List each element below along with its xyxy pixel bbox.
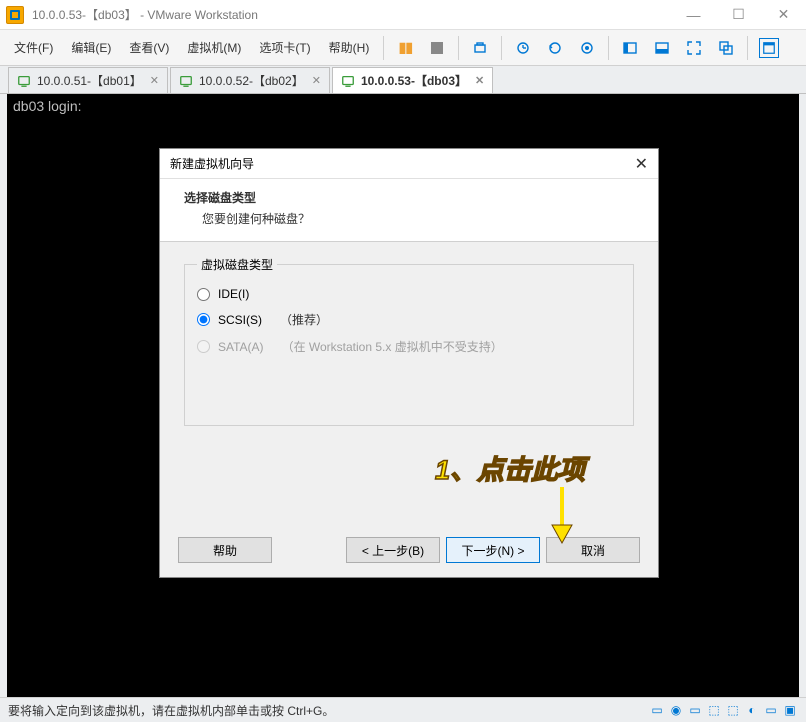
menu-file[interactable]: 文件(F) [6,35,61,60]
sound-status-icon[interactable]: ◐ [744,702,760,718]
vm-icon [17,74,31,88]
tab-close-icon[interactable]: ✕ [475,74,484,87]
separator [383,36,384,60]
thumbnail-view-icon[interactable] [759,38,779,58]
close-button[interactable]: ✕ [761,0,806,30]
separator [747,36,748,60]
tab-close-icon[interactable]: ✕ [150,74,159,87]
menu-edit[interactable]: 编辑(E) [63,35,119,60]
status-device-icons: ▭ ◉ ▭ ⬚ ⬚ ◐ ▭ ▣ [649,702,798,718]
dialog-title: 新建虚拟机向导 [170,155,254,172]
menu-view[interactable]: 查看(V) [121,35,177,60]
annotation-arrow-icon [547,485,577,550]
snapshot-icon[interactable] [470,38,490,58]
dialog-heading: 选择磁盘类型 [184,189,634,206]
network-status-icon[interactable]: ⬚ [706,702,722,718]
separator [501,36,502,60]
message-status-icon[interactable]: ▣ [782,702,798,718]
radio-sata-note: （在 Workstation 5.x 虚拟机中不受支持） [282,338,503,355]
tab-label: 10.0.0.51-【db01】 [37,72,142,89]
radio-ide-row[interactable]: IDE(I) [197,287,621,301]
radio-ide[interactable] [197,288,210,301]
tab-close-icon[interactable]: ✕ [312,74,321,87]
annotation-text: 1、点击此项 [435,448,585,487]
snapshot-take-icon[interactable] [513,38,533,58]
help-button[interactable]: 帮助 [178,537,272,563]
window-controls: — ☐ ✕ [671,0,806,30]
menu-help[interactable]: 帮助(H) [321,35,378,60]
status-bar: 要将输入定向到该虚拟机，请在虚拟机内部单击或按 Ctrl+G。 ▭ ◉ ▭ ⬚ … [0,697,806,722]
radio-scsi-label: SCSI(S) [218,313,262,327]
radio-scsi[interactable] [197,313,210,326]
dialog-header: 选择磁盘类型 您要创建何种磁盘？ [160,179,658,242]
terminal-line: db03 login: [13,98,793,114]
menu-bar: 文件(F) 编辑(E) 查看(V) 虚拟机(M) 选项卡(T) 帮助(H) ▮▮ [0,30,806,66]
radio-sata-label: SATA(A) [218,340,264,354]
minimize-button[interactable]: — [671,0,716,30]
printer-status-icon[interactable]: ▭ [763,702,779,718]
vm-icon [341,74,355,88]
snapshot-revert-icon[interactable] [545,38,565,58]
disk-type-fieldset: 虚拟磁盘类型 IDE(I) SCSI(S) （推荐） SATA(A) （在 Wo… [184,256,634,426]
status-text: 要将输入定向到该虚拟机，请在虚拟机内部单击或按 Ctrl+G。 [8,702,334,719]
menu-tabs[interactable]: 选项卡(T) [251,35,318,60]
tab-bar: 10.0.0.51-【db01】 ✕ 10.0.0.52-【db02】 ✕ 10… [0,66,806,94]
window-title: 10.0.0.53-【db03】 - VMware Workstation [32,6,258,23]
separator [458,36,459,60]
usb-status-icon[interactable]: ⬚ [725,702,741,718]
radio-ide-label: IDE(I) [218,287,249,301]
dialog-title-bar: 新建虚拟机向导 ✕ [160,149,658,179]
dialog-close-icon[interactable]: ✕ [635,154,648,174]
unity-icon[interactable] [716,38,736,58]
spacer [278,537,340,563]
hdd-status-icon[interactable]: ▭ [649,702,665,718]
radio-sata-row: SATA(A) （在 Workstation 5.x 虚拟机中不受支持） [197,338,621,355]
menu-vm[interactable]: 虚拟机(M) [179,35,249,60]
back-button[interactable]: < 上一步(B) [346,537,440,563]
dialog-body: 虚拟磁盘类型 IDE(I) SCSI(S) （推荐） SATA(A) （在 Wo… [160,242,658,440]
tab-db03[interactable]: 10.0.0.53-【db03】 ✕ [332,67,493,93]
dialog-subheading: 您要创建何种磁盘？ [184,210,634,227]
vm-icon [179,74,193,88]
tab-db01[interactable]: 10.0.0.51-【db01】 ✕ [8,67,168,93]
stop-vm-icon[interactable] [427,38,447,58]
next-button[interactable]: 下一步(N) > [446,537,540,563]
tab-db02[interactable]: 10.0.0.52-【db02】 ✕ [170,67,330,93]
tab-label: 10.0.0.53-【db03】 [361,72,467,89]
fullscreen-icon[interactable] [684,38,704,58]
tab-label: 10.0.0.52-【db02】 [199,72,304,89]
view-console-icon[interactable] [652,38,672,58]
radio-scsi-note: （推荐） [280,311,328,328]
separator [608,36,609,60]
radio-sata [197,340,210,353]
fieldset-legend: 虚拟磁盘类型 [197,256,277,273]
floppy-status-icon[interactable]: ▭ [687,702,703,718]
maximize-button[interactable]: ☐ [716,0,761,30]
pause-vm-icon[interactable]: ▮▮ [395,38,415,58]
snapshot-manager-icon[interactable] [577,38,597,58]
title-bar: 10.0.0.53-【db03】 - VMware Workstation — … [0,0,806,30]
view-sidebar-icon[interactable] [620,38,640,58]
vmware-app-icon [6,6,24,24]
cd-status-icon[interactable]: ◉ [668,702,684,718]
radio-scsi-row[interactable]: SCSI(S) （推荐） [197,311,621,328]
new-vm-wizard-dialog: 新建虚拟机向导 ✕ 选择磁盘类型 您要创建何种磁盘？ 虚拟磁盘类型 IDE(I)… [159,148,659,578]
